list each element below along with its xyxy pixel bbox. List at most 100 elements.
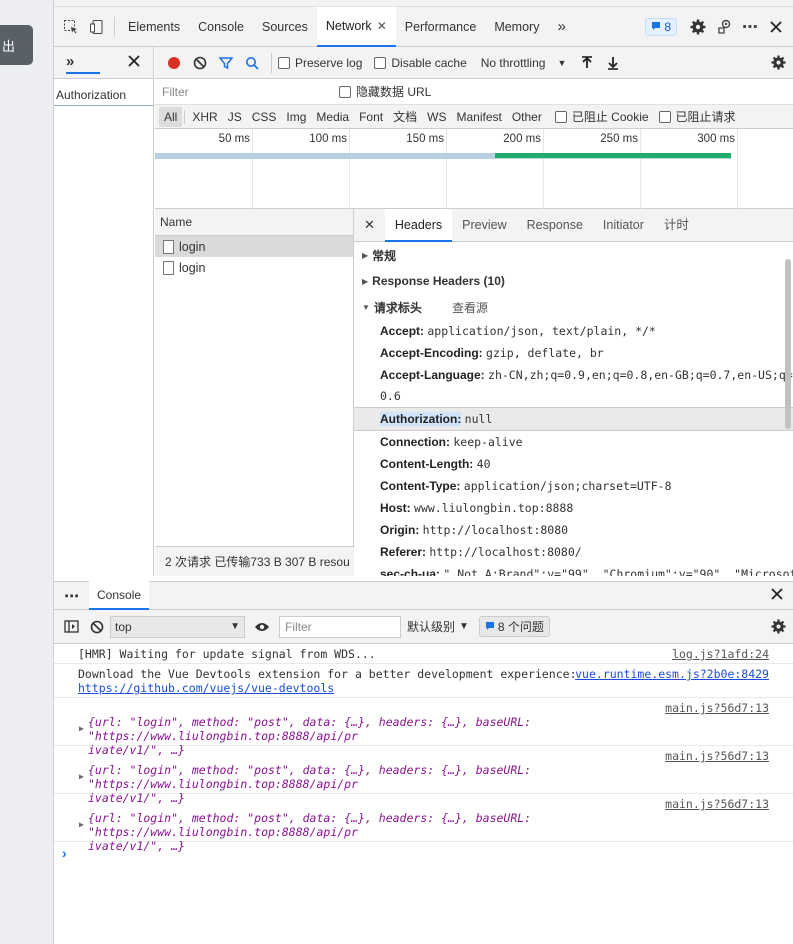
view-source-link[interactable]: 查看源 [452,299,488,316]
checkbox-box[interactable] [554,110,567,123]
tab-timing[interactable]: 计时 [654,209,699,242]
close-sidebar-icon[interactable] [128,55,140,70]
message-source-link[interactable]: main.js?56d7:13 [665,749,769,763]
tab-console[interactable]: Console [189,7,253,47]
network-filter-input[interactable]: Filter [159,82,327,102]
more-options-icon[interactable]: ⋯ [737,14,763,40]
disable-cache-checkbox[interactable]: Disable cache [374,56,467,70]
console-messages: [HMR] Waiting for update signal from WDS… [54,644,793,944]
type-filter-other[interactable]: Other [507,107,547,127]
drawer-more-button[interactable]: ⋯ [54,587,89,605]
sources-nav-header: » [54,47,154,79]
sources-more-button[interactable]: » [66,53,74,70]
network-settings-gear-icon[interactable] [765,50,791,76]
type-filter-manifest[interactable]: Manifest [451,107,506,127]
tab-elements[interactable]: Elements [119,7,189,47]
context-select[interactable]: top ▼ [110,615,245,638]
hide-data-urls-checkbox[interactable]: 隐藏数据 URL [339,83,431,100]
console-sidebar-icon[interactable] [58,614,84,640]
issues-badge[interactable]: 8 [645,17,677,36]
header-value: www.liulongbin.top:8888 [414,501,574,515]
type-filter-all[interactable]: All [159,106,183,127]
tab-performance[interactable]: Performance [396,7,486,47]
blocked-cookies-checkbox[interactable]: 已阻止 Cookie [554,108,649,125]
collapse-triangle-icon: ▼ [362,302,370,312]
type-filter-xhr[interactable]: XHR [187,107,222,127]
tab-headers[interactable]: Headers [384,209,453,242]
export-har-icon[interactable] [600,50,626,76]
vertical-scrollbar[interactable] [785,259,791,429]
type-filter-media[interactable]: Media [311,107,354,127]
tab-memory[interactable]: Memory [485,7,548,47]
expand-triangle-icon[interactable]: ▶ [79,772,84,781]
request-name: login [179,260,206,275]
expand-triangle-icon[interactable]: ▶ [79,820,84,829]
throttling-select[interactable]: No throttling ▼ [477,52,571,74]
live-expression-eye-icon[interactable] [249,614,275,640]
type-filter-ws[interactable]: WS [422,107,451,127]
message-source-link[interactable]: log.js?1afd:24 [672,647,769,661]
search-icon[interactable] [239,50,265,76]
log-levels-select[interactable]: 默认级别 ▼ [407,618,469,635]
clear-console-icon[interactable] [84,614,110,640]
network-overview-timeline[interactable]: 50 ms 100 ms 150 ms 200 ms 250 ms 300 ms [155,129,793,209]
response-headers-toggle[interactable]: ▶ Response Headers (10) [354,268,793,294]
console-object-message[interactable]: main.js?56d7:13 ▶ {url: "login", method:… [54,698,793,757]
close-details-icon[interactable]: ✕ [354,217,385,233]
console-object-message[interactable]: main.js?56d7:13 ▶ {url: "login", method:… [54,746,793,805]
message-source-link[interactable]: main.js?56d7:13 [665,701,769,715]
request-headers-toggle[interactable]: ▼ 请求标头 查看源 [354,294,793,320]
grid-line [446,129,447,209]
inspect-element-icon[interactable] [58,14,84,40]
import-har-icon[interactable] [574,50,600,76]
context-value: top [115,619,132,634]
divider [114,16,115,37]
search-result-item[interactable]: Authorization [54,84,154,106]
record-icon[interactable] [161,50,187,76]
device-toolbar-icon[interactable] [84,14,110,40]
type-filter-font[interactable]: Font [354,107,388,127]
clear-icon[interactable] [187,50,213,76]
grid-line [640,129,641,209]
console-settings-gear-icon[interactable] [765,614,791,640]
tab-response[interactable]: Response [517,209,593,242]
issues-counter[interactable]: 8 个问题 [478,616,550,637]
request-row[interactable]: login [155,257,353,278]
checkbox-box[interactable] [374,56,387,69]
close-devtools-icon[interactable] [763,14,789,40]
expand-triangle-icon[interactable]: ▶ [79,724,84,733]
general-section-toggle[interactable]: ▶ 常规 [354,242,793,268]
filter-icon[interactable] [213,50,239,76]
blocked-requests-checkbox[interactable]: 已阻止请求 [658,108,736,125]
type-filter-css[interactable]: CSS [247,107,282,127]
preserve-log-checkbox[interactable]: Preserve log [278,56,362,70]
page-logout-button[interactable]: 出 [0,25,33,65]
header-row: Content-Length: 40 [354,453,793,475]
close-drawer-icon[interactable] [771,588,783,603]
settings-gear-icon[interactable] [685,14,711,40]
console-object-message[interactable]: main.js?56d7:13 ▶ {url: "login", method:… [54,794,793,853]
header-key: Accept: [380,324,425,338]
tab-network[interactable]: Network ✕ [316,6,396,47]
message-source-link[interactable]: main.js?56d7:13 [665,797,769,811]
type-filter-js[interactable]: JS [223,107,247,127]
request-row[interactable]: login [155,236,353,257]
tab-sources[interactable]: Sources [253,7,317,47]
more-tabs-button[interactable]: » [548,7,574,47]
checkbox-box[interactable] [278,56,290,69]
type-filter-doc[interactable]: 文档 [388,107,422,127]
drawer-tab-console[interactable]: Console [89,581,150,610]
checkbox-box[interactable] [339,85,351,98]
close-icon[interactable]: ✕ [377,19,387,33]
vue-devtools-link[interactable]: https://github.com/vuejs/vue-devtools [78,681,773,695]
name-column-header[interactable]: Name [155,209,353,236]
remote-devices-icon[interactable] [711,14,737,40]
tab-preview[interactable]: Preview [452,209,516,242]
type-filter-img[interactable]: Img [281,107,311,127]
message-source-link[interactable]: vue.runtime.esm.js?2b0e:8429 [575,667,769,681]
console-filter-input[interactable]: Filter [279,615,401,638]
header-value: 40 [476,457,491,471]
tab-initiator[interactable]: Initiator [593,209,654,242]
header-row: Origin: http://localhost:8080 [354,519,793,541]
checkbox-box[interactable] [658,110,671,123]
